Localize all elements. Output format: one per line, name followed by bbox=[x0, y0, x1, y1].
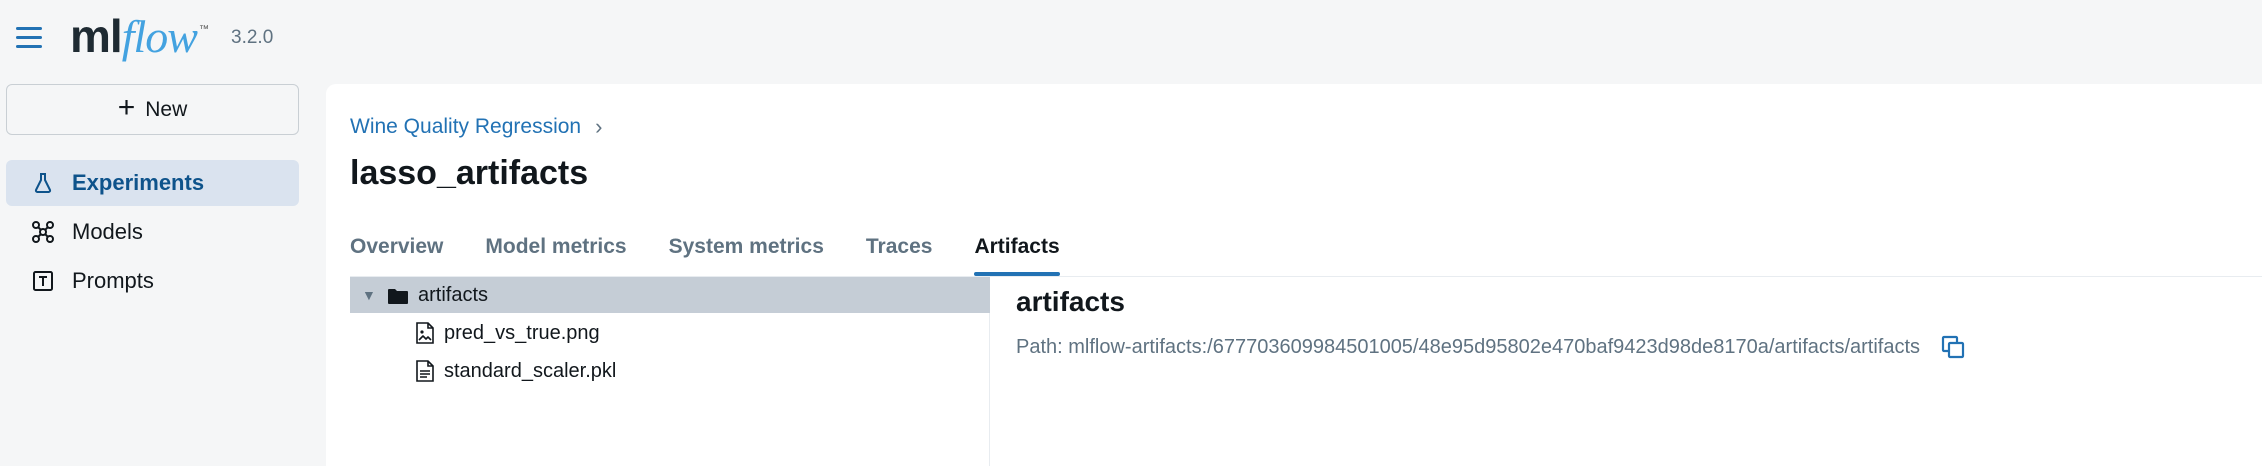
sidebar-item-label: Models bbox=[72, 219, 143, 244]
artifact-path-text: Path: mlflow-artifacts:/6777036099845010… bbox=[1016, 335, 1921, 358]
caret-down-icon[interactable]: ▼ bbox=[362, 287, 378, 303]
logo-ml-text: ml bbox=[70, 10, 123, 62]
new-button-label: New bbox=[145, 97, 188, 121]
prompts-icon bbox=[30, 268, 56, 294]
tab-traces[interactable]: Traces bbox=[866, 234, 933, 276]
tab-bar: Overview Model metrics System metrics Tr… bbox=[350, 234, 1060, 276]
copy-icon[interactable] bbox=[1940, 334, 1966, 360]
tree-file-pred-vs-true[interactable]: pred_vs_true.png bbox=[350, 315, 990, 351]
page-title: lasso_artifacts bbox=[350, 154, 589, 192]
tree-folder-artifacts[interactable]: ▼ artifacts bbox=[350, 277, 990, 313]
tree-file-standard-scaler[interactable]: standard_scaler.pkl bbox=[350, 353, 990, 389]
tree-item-label: standard_scaler.pkl bbox=[444, 359, 617, 382]
version-label: 3.2.0 bbox=[231, 27, 274, 48]
folder-icon bbox=[388, 287, 408, 304]
main-panel: Wine Quality Regression › lasso_artifact… bbox=[326, 84, 2262, 466]
top-bar: ml flow ™ 3.2.0 bbox=[0, 0, 2262, 80]
artifact-tree: ▼ artifacts pred_vs_true.png standard_sc… bbox=[350, 277, 990, 466]
menu-icon[interactable] bbox=[16, 27, 44, 51]
tree-item-label: artifacts bbox=[418, 283, 489, 306]
sidebar-item-experiments[interactable]: Experiments bbox=[6, 160, 299, 206]
tab-artifacts[interactable]: Artifacts bbox=[974, 234, 1060, 276]
chevron-right-icon: › bbox=[595, 114, 603, 139]
artifact-path: Path: mlflow-artifacts:/6777036099845010… bbox=[1016, 334, 1966, 360]
flask-icon bbox=[30, 170, 56, 196]
sidebar-item-label: Prompts bbox=[72, 268, 154, 293]
artifact-detail-title: artifacts bbox=[1016, 286, 1125, 317]
image-file-icon bbox=[416, 322, 434, 344]
plus-icon: + bbox=[117, 91, 136, 124]
tab-overview[interactable]: Overview bbox=[350, 234, 443, 276]
models-icon bbox=[30, 219, 56, 245]
breadcrumb-experiment-link[interactable]: Wine Quality Regression bbox=[350, 115, 581, 139]
sidebar-item-label: Experiments bbox=[72, 170, 205, 195]
mlflow-logo[interactable]: ml flow ™ bbox=[70, 6, 209, 66]
sidebar-item-models[interactable]: Models bbox=[6, 209, 299, 255]
logo-trademark: ™ bbox=[198, 24, 209, 35]
logo-flow-text: flow bbox=[121, 11, 198, 62]
new-button[interactable]: + New bbox=[6, 84, 299, 135]
breadcrumb: Wine Quality Regression › bbox=[350, 114, 602, 140]
sidebar-item-prompts[interactable]: Prompts bbox=[6, 258, 299, 304]
tree-item-label: pred_vs_true.png bbox=[444, 321, 600, 344]
tab-model-metrics[interactable]: Model metrics bbox=[485, 234, 626, 276]
text-file-icon bbox=[416, 360, 434, 382]
tab-system-metrics[interactable]: System metrics bbox=[669, 234, 824, 276]
